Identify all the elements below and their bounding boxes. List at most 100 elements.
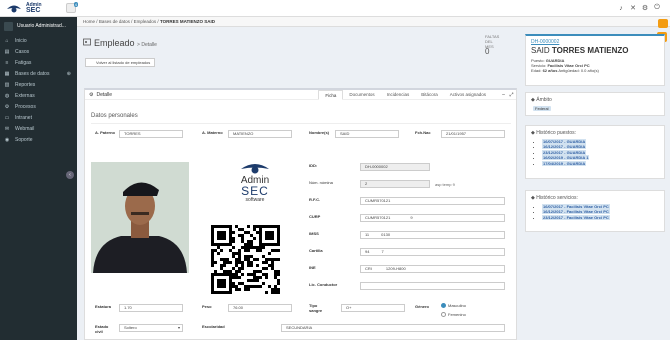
ine-field[interactable]: CRI 1209-H800: [360, 265, 505, 273]
weight-field[interactable]: 76.00: [228, 304, 292, 312]
label-licencia: Lic. Conductor: [309, 282, 338, 287]
maximize-icon[interactable]: ⤢: [509, 91, 514, 98]
blood-type-field[interactable]: O+: [341, 304, 405, 312]
imss-field[interactable]: 11 0130: [360, 231, 505, 239]
sidebar-item-externas[interactable]: ◍ Externas: [0, 90, 77, 101]
avatar: [4, 21, 13, 31]
label-tipo-sangre: Tipo sangre: [309, 303, 323, 313]
label-nombre: Nombre(s): [309, 130, 330, 135]
materno-field[interactable]: MATIENZO: [228, 130, 292, 138]
gender-female-radio[interactable]: [441, 312, 446, 317]
employee-code-link[interactable]: DH-0000002: [531, 39, 659, 45]
curp-field[interactable]: CUMR570121 9: [360, 214, 505, 222]
collapse-sidebar-button[interactable]: ‹: [66, 171, 74, 179]
sidebar-item-label: Casos: [15, 48, 30, 55]
page-header: Empleado > Detalle Volver al listado de …: [77, 28, 499, 79]
historico-puestos-box: ◆ Histórico puestos: 16/07/2017 - GUARDI…: [525, 125, 665, 179]
breadcrumb-bases[interactable]: Bases de datos: [99, 19, 130, 24]
notification-count: 4: [73, 2, 78, 7]
label-curp: CURP: [309, 214, 321, 219]
expand-icon[interactable]: ⊕: [67, 71, 71, 77]
card-logo: Admin SEC software: [222, 160, 288, 210]
tab-bitácora[interactable]: Bitácora: [415, 90, 444, 100]
employee-name: SAID TORRES MATIENZO: [531, 46, 629, 55]
ambito-box: ◆ Ámbito Federal: [525, 92, 665, 116]
sidebar-item-bases-de-datos[interactable]: ▦ Bases de datos ⊕: [0, 68, 77, 79]
paterno-field[interactable]: TORRES: [119, 130, 183, 138]
tab-activos-asignados[interactable]: Activos asignados: [444, 90, 492, 100]
section-title: Datos personales: [91, 113, 138, 119]
label-imss: IMSS: [309, 231, 319, 236]
servicio-history-item: 23/12/2017 - Facilisis Vitae Orci PC: [542, 214, 664, 220]
height-field[interactable]: 1.70: [119, 304, 183, 312]
back-to-list-button[interactable]: Volver al listado de empleados: [85, 58, 155, 67]
label-ine: INE: [309, 265, 316, 270]
eye-logo-icon: [7, 5, 21, 13]
id-field: DH-0000002: [360, 163, 430, 171]
schooling-field[interactable]: SECUNDARIA: [281, 324, 505, 332]
label-id: IDD:: [309, 163, 318, 168]
label-materno: A. Materno: [202, 130, 223, 135]
sidebar-item-soporte[interactable]: ◉ Soporte: [0, 134, 77, 145]
marital-status-select[interactable]: Soltero: [119, 324, 183, 332]
microphone-icon[interactable]: ♪: [618, 4, 624, 12]
absences-value: 0: [485, 47, 490, 56]
rfc-field[interactable]: CUMR570121: [360, 197, 505, 205]
sidebar-item-inicio[interactable]: ⌂ Inicio: [0, 35, 77, 46]
sidebar-item-procesos[interactable]: ⚙ Procesos: [0, 101, 77, 112]
nombre-field[interactable]: SAID: [335, 130, 399, 138]
tag-icon: ◆: [531, 97, 535, 103]
user-name: Usuario Administrad...: [17, 23, 66, 29]
sidebar-item-label: Bases de datos: [15, 70, 50, 77]
support-icon: ◉: [4, 136, 10, 143]
top-bar: Admin SEC 4 ♪ ✕ ⚙ ⏻: [0, 0, 670, 17]
folder-icon: ▤: [4, 48, 10, 55]
globe-icon: ◍: [4, 92, 10, 99]
tab-incidencias[interactable]: Incidencias: [381, 90, 416, 100]
tag-icon: ◆: [531, 195, 535, 201]
breadcrumb-home[interactable]: Home: [83, 19, 95, 24]
ambito-title: Ámbito: [536, 97, 552, 103]
sidebar-item-label: Reportes: [15, 81, 36, 88]
sidebar-item-label: Webmail: [15, 125, 35, 132]
home-icon: ⌂: [5, 37, 9, 44]
sidebar-item-intranet[interactable]: ▭ Intranet: [0, 112, 77, 123]
list-icon: ≡: [5, 59, 9, 66]
database-icon: ▦: [4, 70, 10, 77]
sidebar-item-casos[interactable]: ▤ Casos: [0, 46, 77, 57]
tools-icon[interactable]: ✕: [630, 4, 636, 12]
page-subtitle: > Detalle: [137, 42, 157, 48]
label-estado-civil: Estado civil: [95, 324, 109, 334]
employee-photo[interactable]: [91, 162, 189, 273]
sidebar-item-webmail[interactable]: ✉ Webmail: [0, 123, 77, 134]
qr-code: [211, 225, 280, 294]
monitor-icon: ▭: [4, 114, 10, 121]
sidebar: Usuario Administrad... ⌂ Inicio ▤ Casos ≡ Fat…: [0, 17, 77, 340]
birthdate-field[interactable]: 21/01/1957: [441, 130, 505, 138]
breadcrumb-empleados[interactable]: Empleados: [134, 19, 157, 24]
historico-servicios-box: ◆ Histórico servicios: 16/07/2017 - Faci…: [525, 190, 665, 232]
user-panel[interactable]: Usuario Administrad...: [0, 17, 77, 35]
breadcrumb: Home / Bases de datos / Empleados / TORR…: [77, 17, 670, 27]
corner-toggle-button[interactable]: [658, 19, 668, 28]
ambito-tag: Federal: [533, 106, 551, 111]
notifications-button[interactable]: 4: [66, 2, 78, 13]
license-field[interactable]: [360, 282, 505, 290]
sidebar-item-fatigas[interactable]: ≡ Fatigas: [0, 57, 77, 68]
power-icon[interactable]: ⏻: [654, 4, 660, 12]
tab-ficha[interactable]: Ficha: [318, 90, 344, 100]
edad-value: 62 años: [542, 68, 558, 73]
cartilla-field[interactable]: 94 7: [360, 248, 505, 256]
settings-icon[interactable]: ⚙: [642, 4, 648, 12]
tab-documentos[interactable]: Documentos: [343, 90, 380, 100]
sidebar-menu: ⌂ Inicio ▤ Casos ≡ Fatigas ▦ Bases de datos ⊕ ▥ Re…: [0, 35, 77, 145]
label-escolaridad: Escolaridad: [202, 324, 225, 329]
label-estatura: Estatura: [95, 304, 112, 309]
top-icons: ♪ ✕ ⚙ ⏻: [618, 4, 660, 12]
chart-icon: ▥: [4, 81, 10, 88]
eye-logo-icon: [241, 164, 269, 174]
sidebar-item-label: Fatigas: [15, 59, 32, 66]
gender-male-radio[interactable]: [441, 303, 446, 308]
minimize-icon[interactable]: –: [501, 91, 506, 98]
sidebar-item-reportes[interactable]: ▥ Reportes: [0, 79, 77, 90]
